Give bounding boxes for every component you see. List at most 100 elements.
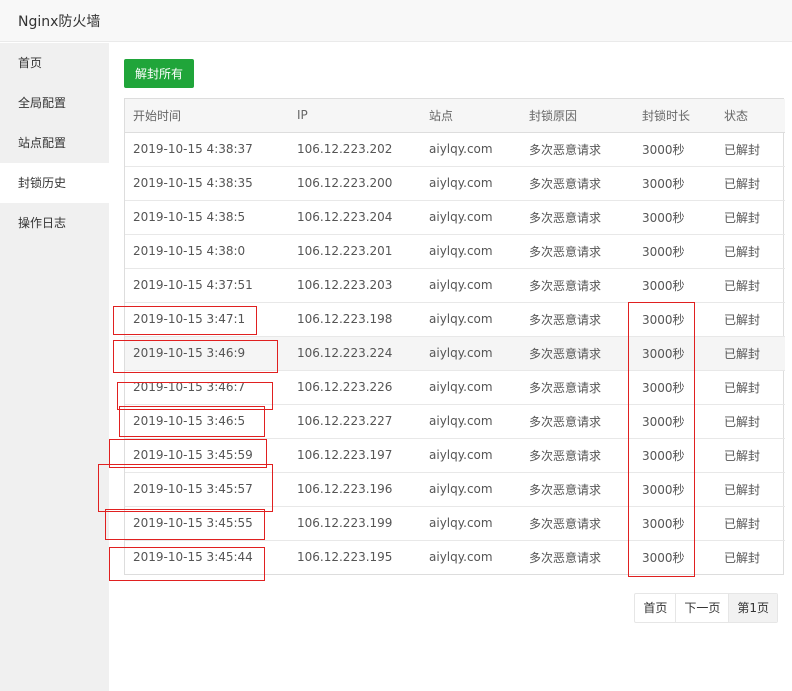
- pager-current-page: 第1页: [728, 594, 777, 622]
- cell-start-time: 2019-10-15 4:37:51: [125, 268, 289, 303]
- cell-duration: 3000秒: [634, 268, 716, 303]
- cell-ip: 106.12.223.203: [289, 268, 421, 303]
- main-panel: 解封所有 开始时间 IP 站点 封锁原因 封锁时长 状态 2019-10-15 …: [109, 43, 792, 691]
- cell-start-time: 2019-10-15 3:45:59: [125, 438, 289, 473]
- nginx-firewall-window: Nginx防火墙 首页 全局配置 站点配置 封锁历史 操作日志 解封所有 开始时…: [0, 0, 792, 691]
- cell-duration: 3000秒: [634, 166, 716, 201]
- sidebar: 首页 全局配置 站点配置 封锁历史 操作日志: [0, 43, 109, 691]
- cell-site: aiylqy.com: [421, 268, 521, 303]
- cell-start-time: 2019-10-15 3:45:57: [125, 472, 289, 507]
- cell-status: 已解封: [716, 370, 785, 405]
- cell-site: aiylqy.com: [429, 550, 493, 564]
- unblock-all-button[interactable]: 解封所有: [124, 59, 194, 88]
- cell-reason: 多次恶意请求: [521, 132, 634, 167]
- cell-ip: 106.12.223.201: [289, 234, 421, 269]
- cell-duration: 3000秒: [634, 132, 716, 167]
- cell-reason: 多次恶意请求: [521, 438, 634, 473]
- cell-status: 已解封: [716, 200, 785, 235]
- cell-status: 已解封: [716, 166, 785, 201]
- cell-status: 已解封: [716, 472, 785, 507]
- cell-duration: 3000秒: [634, 302, 716, 337]
- cell-site: aiylqy.com: [421, 166, 521, 201]
- cell-reason: 多次恶意请求: [521, 472, 634, 507]
- cell-ip: 106.12.223.202: [289, 132, 421, 167]
- sidebar-item-global-config[interactable]: 全局配置: [0, 83, 109, 123]
- cell-status: 已解封: [716, 438, 785, 473]
- cell-ip: 106.12.223.196: [289, 472, 421, 507]
- cell-start-time: 2019-10-15 4:38:35: [125, 166, 289, 201]
- block-history-table: 开始时间 IP 站点 封锁原因 封锁时长 状态 2019-10-15 4:38:…: [124, 98, 785, 575]
- cell-ip: 106.12.223.198: [289, 302, 421, 337]
- sidebar-item-site-config[interactable]: 站点配置: [0, 123, 109, 163]
- cell-site: aiylqy.com: [421, 506, 521, 541]
- cell-duration: 3000秒: [642, 550, 685, 565]
- header-start-time: 开始时间: [125, 99, 289, 133]
- cell-start-time: 2019-10-15 3:47:1: [125, 302, 289, 337]
- cell-reason: 多次恶意请求: [521, 336, 634, 371]
- cell-ip: 106.12.223.195: [297, 550, 393, 564]
- cell-site: aiylqy.com: [421, 370, 521, 405]
- window-title: Nginx防火墙: [18, 14, 101, 30]
- cell-start-time: 2019-10-15 4:38:0: [125, 234, 289, 269]
- cell-site: aiylqy.com: [421, 404, 521, 439]
- cell-ip: 106.12.223.200: [289, 166, 421, 201]
- cell-status: 已解封: [716, 234, 785, 269]
- cell-ip: 106.12.223.227: [289, 404, 421, 439]
- pagination: 首页 下一页 第1页: [634, 593, 778, 623]
- header-duration: 封锁时长: [634, 99, 716, 133]
- cell-ip: 106.12.223.199: [289, 506, 421, 541]
- cell-start-time: 2019-10-15 3:45:44: [133, 550, 253, 564]
- cell-duration: 3000秒: [634, 200, 716, 235]
- table-row: 2019-10-15 4:38:5 106.12.223.204 aiylqy.co…: [125, 200, 785, 235]
- table-row: 2019-10-15 4:38:35 106.12.223.200 aiylqy.c…: [125, 166, 785, 201]
- cell-duration: 3000秒: [634, 404, 716, 439]
- cell-duration: 3000秒: [634, 506, 716, 541]
- cell-status: 已解封: [716, 404, 785, 439]
- sidebar-item-block-history[interactable]: 封锁历史: [0, 163, 109, 203]
- cell-site: aiylqy.com: [421, 234, 521, 269]
- title-bar: Nginx防火墙: [0, 0, 792, 42]
- cell-duration: 3000秒: [634, 336, 716, 371]
- table-row: 2019-10-15 3:46:9 106.12.223.224 aiylqy.co…: [125, 336, 785, 371]
- cell-reason: 多次恶意请求: [521, 302, 634, 337]
- table-row: 2019-10-15 3:45:57 106.12.223.196 aiylqy.c…: [125, 472, 785, 507]
- cell-reason: 多次恶意请求: [521, 234, 634, 269]
- cell-site: aiylqy.com: [421, 438, 521, 473]
- cell-status: 已解封: [716, 132, 785, 167]
- cell-start-time: 2019-10-15 4:38:37: [125, 132, 289, 167]
- sidebar-item-operation-log[interactable]: 操作日志: [0, 203, 109, 243]
- cell-status: 已解封: [716, 268, 785, 303]
- cell-ip: 106.12.223.204: [289, 200, 421, 235]
- cell-reason: 多次恶意请求: [521, 166, 634, 201]
- cell-duration: 3000秒: [634, 472, 716, 507]
- pager-next-button[interactable]: 下一页: [675, 594, 728, 622]
- cell-reason: 多次恶意请求: [521, 370, 634, 405]
- cell-reason: 多次恶意请求: [529, 550, 602, 565]
- cell-start-time: 2019-10-15 4:38:5: [125, 200, 289, 235]
- cell-ip: 106.12.223.197: [289, 438, 421, 473]
- cell-duration: 3000秒: [634, 370, 716, 405]
- cell-start-time: 2019-10-15 3:45:55: [125, 506, 289, 541]
- header-site: 站点: [421, 99, 521, 133]
- cell-duration: 3000秒: [634, 438, 716, 473]
- cell-status: 已解封: [716, 302, 785, 337]
- table-row: 2019-10-15 3:46:7 106.12.223.226 aiylqy.co…: [125, 370, 785, 405]
- cell-reason: 多次恶意请求: [521, 506, 634, 541]
- table-row: 2019-10-15 3:47:1 106.12.223.198 aiylqy.co…: [125, 302, 785, 337]
- table-row: 2019-10-15 4:38:0 106.12.223.201 aiylqy.co…: [125, 234, 785, 269]
- cell-start-time: 2019-10-15 3:46:9: [125, 336, 289, 371]
- cell-status: 已解封: [716, 506, 785, 541]
- cell-start-time: 2019-10-15 3:46:5: [125, 404, 289, 439]
- table-row: 2019-10-15 3:46:5 106.12.223.227 aiylqy.co…: [125, 404, 785, 439]
- header-ip: IP: [289, 99, 421, 133]
- cell-status: 已解封: [724, 550, 761, 565]
- sidebar-item-home[interactable]: 首页: [0, 43, 109, 83]
- table-header-row: 开始时间 IP 站点 封锁原因 封锁时长 状态: [125, 99, 785, 133]
- cell-reason: 多次恶意请求: [521, 404, 634, 439]
- table-row: 2019-10-15 4:37:51 106.12.223.203 aiylqy.c…: [125, 268, 785, 303]
- cell-site: aiylqy.com: [421, 336, 521, 371]
- cell-site: aiylqy.com: [421, 132, 521, 167]
- pager-first-button[interactable]: 首页: [635, 594, 675, 622]
- cell-site: aiylqy.com: [421, 200, 521, 235]
- cell-reason: 多次恶意请求: [521, 200, 634, 235]
